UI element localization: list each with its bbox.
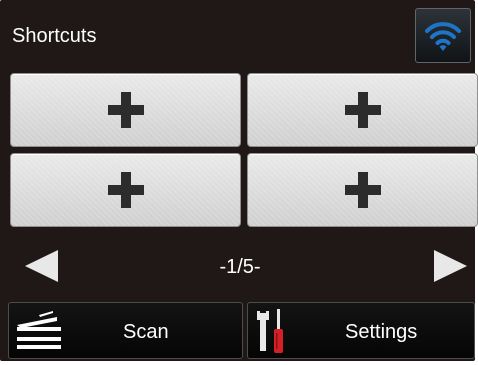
settings-button[interactable]: Settings (247, 302, 475, 359)
plus-icon (344, 172, 381, 208)
settings-label: Settings (345, 321, 418, 343)
left-arrow-icon (25, 250, 58, 282)
wifi-button[interactable] (415, 8, 471, 63)
shortcuts-panel: Shortcuts -1/5- Scan Settings (0, 0, 478, 361)
page-indicator: -1/5- (219, 256, 261, 278)
prev-page-button[interactable] (22, 246, 62, 286)
plus-icon (107, 92, 144, 128)
wifi-icon (425, 22, 461, 51)
scan-label: Scan (123, 321, 169, 343)
next-page-button[interactable] (430, 246, 470, 286)
shortcut-button-3[interactable] (10, 153, 241, 227)
right-arrow-icon (434, 250, 467, 282)
shortcut-button-4[interactable] (247, 153, 478, 227)
shortcut-button-2[interactable] (247, 73, 478, 147)
page-title: Shortcuts (12, 25, 97, 47)
settings-tools-icon (257, 309, 283, 353)
plus-icon (344, 92, 381, 128)
shortcut-button-1[interactable] (10, 73, 241, 147)
device-screen: Shortcuts -1/5- Scan Settings (0, 0, 478, 365)
scan-button[interactable]: Scan (8, 302, 243, 359)
scan-icon (17, 311, 61, 349)
plus-icon (107, 172, 144, 208)
